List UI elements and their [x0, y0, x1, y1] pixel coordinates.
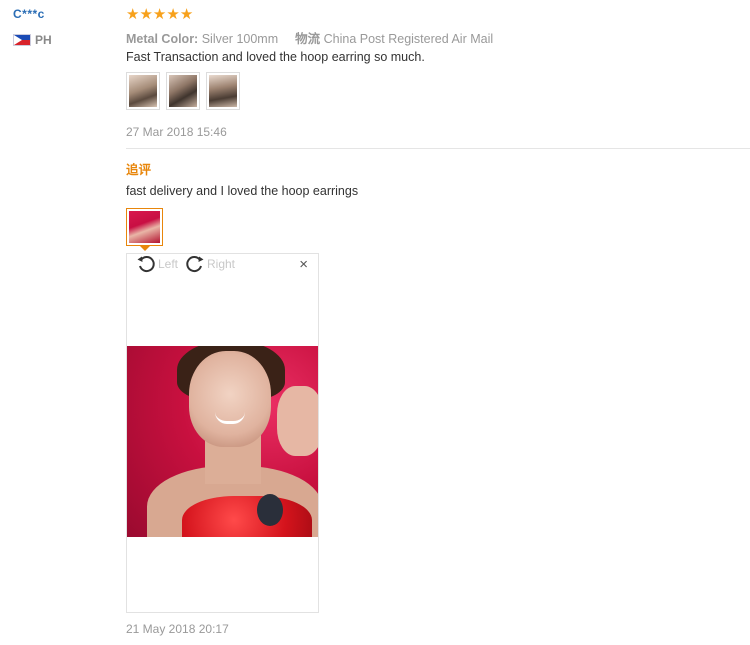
shipping-label: 物流	[295, 32, 321, 46]
rotate-right-label: Right	[207, 257, 236, 271]
rotate-right-icon	[185, 254, 205, 274]
review-photo-thumbnail[interactable]	[126, 72, 160, 110]
selected-thumbnail-pointer	[140, 246, 150, 251]
country-code: PH	[35, 33, 52, 47]
star-icon: ★	[166, 6, 180, 23]
review-photos	[126, 72, 240, 110]
order-attributes: Metal Color: Silver 100mm 物流 China Post …	[126, 28, 493, 47]
metal-color-label: Metal Color:	[126, 32, 199, 46]
close-icon[interactable]: ×	[299, 257, 308, 273]
philippines-flag-icon	[13, 34, 31, 46]
rotate-left-icon	[136, 254, 156, 274]
review-photo-thumbnail[interactable]	[166, 72, 200, 110]
review-photo-thumbnail[interactable]	[206, 72, 240, 110]
enlarged-review-photo	[127, 346, 318, 537]
rotate-left-button[interactable]: Left	[136, 254, 178, 274]
follow-up-text: fast delivery and I loved the hoop earri…	[126, 184, 359, 198]
star-rating: ★ ★ ★ ★ ★	[126, 7, 193, 22]
shipping-value: China Post Registered Air Mail	[323, 32, 494, 46]
star-icon: ★	[139, 6, 153, 23]
photo-viewer: Left Right ×	[126, 253, 319, 613]
follow-up-title: 追评	[126, 163, 152, 177]
star-icon: ★	[152, 6, 167, 23]
star-icon: ★	[179, 6, 194, 23]
reviewer-country: PH	[13, 33, 52, 47]
rotate-right-button[interactable]: Right	[185, 254, 235, 274]
star-icon: ★	[126, 6, 140, 23]
review-date: 27 Mar 2018 15:46	[126, 125, 227, 139]
divider	[126, 148, 750, 149]
metal-color-value: Silver 100mm	[201, 32, 279, 46]
review-text: Fast Transaction and loved the hoop earr…	[126, 50, 425, 64]
reviewer-name: C***c	[13, 7, 45, 21]
rotate-left-label: Left	[158, 257, 179, 271]
follow-up-photo-thumbnail[interactable]	[126, 208, 163, 246]
follow-up-date: 21 May 2018 20:17	[126, 622, 229, 636]
